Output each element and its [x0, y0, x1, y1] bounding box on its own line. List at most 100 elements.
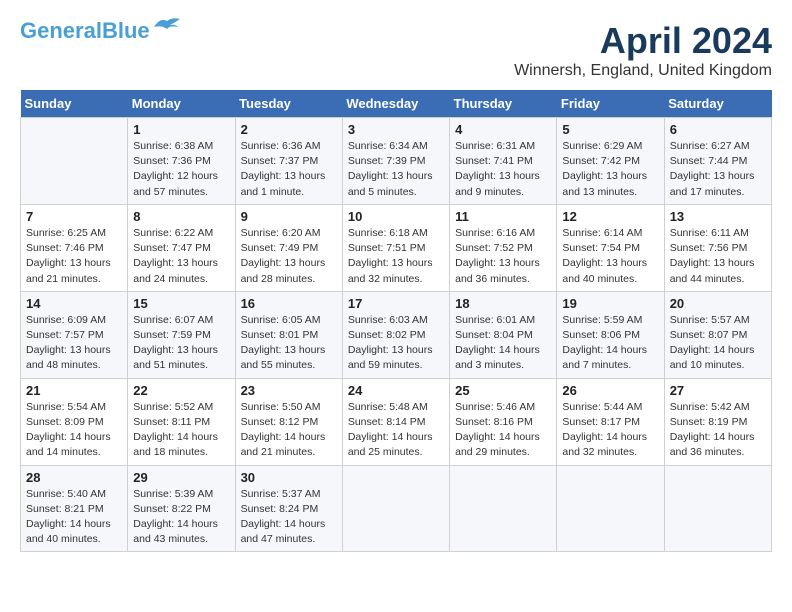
calendar-cell: 3 Sunrise: 6:34 AM Sunset: 7:39 PM Daylig…: [342, 118, 449, 205]
cell-info: Sunrise: 6:03 AM Sunset: 8:02 PM Dayligh…: [348, 313, 444, 374]
day-number: 11: [455, 209, 551, 224]
calendar-cell: 22 Sunrise: 5:52 AM Sunset: 8:11 PM Dayli…: [128, 378, 235, 465]
calendar-cell: 2 Sunrise: 6:36 AM Sunset: 7:37 PM Daylig…: [235, 118, 342, 205]
calendar-cell: 27Sunrise: 5:42 AM Sunset: 8:19 PM Dayli…: [664, 378, 771, 465]
calendar-cell: 13 Sunrise: 6:11 AM Sunset: 7:56 PM Dayli…: [664, 204, 771, 291]
day-number: 20: [670, 296, 766, 311]
calendar-cell: 15 Sunrise: 6:07 AM Sunset: 7:59 PM Dayli…: [128, 291, 235, 378]
day-number: 9: [241, 209, 337, 224]
calendar-cell: 30Sunrise: 5:37 AM Sunset: 8:24 PM Dayli…: [235, 465, 342, 552]
calendar-week-row: 7 Sunrise: 6:25 AM Sunset: 7:46 PM Daylig…: [21, 204, 772, 291]
day-number: 16: [241, 296, 337, 311]
day-number: 19: [562, 296, 658, 311]
day-number: 10: [348, 209, 444, 224]
cell-info: Sunrise: 6:31 AM Sunset: 7:41 PM Dayligh…: [455, 139, 551, 200]
calendar-cell: [450, 465, 557, 552]
cell-info: Sunrise: 6:20 AM Sunset: 7:49 PM Dayligh…: [241, 226, 337, 287]
cell-info: Sunrise: 6:11 AM Sunset: 7:56 PM Dayligh…: [670, 226, 766, 287]
weekday-header-friday: Friday: [557, 90, 664, 118]
calendar-cell: [21, 118, 128, 205]
cell-info: Sunrise: 5:44 AM Sunset: 8:17 PM Dayligh…: [562, 400, 658, 461]
day-number: 3: [348, 122, 444, 137]
weekday-header-saturday: Saturday: [664, 90, 771, 118]
day-number: 29: [133, 470, 229, 485]
calendar-week-row: 21 Sunrise: 5:54 AM Sunset: 8:09 PM Dayli…: [21, 378, 772, 465]
calendar-cell: 8Sunrise: 6:22 AM Sunset: 7:47 PM Daylig…: [128, 204, 235, 291]
calendar-cell: 14Sunrise: 6:09 AM Sunset: 7:57 PM Dayli…: [21, 291, 128, 378]
cell-info: Sunrise: 6:01 AM Sunset: 8:04 PM Dayligh…: [455, 313, 551, 374]
calendar-cell: 10 Sunrise: 6:18 AM Sunset: 7:51 PM Dayli…: [342, 204, 449, 291]
calendar-cell: 11 Sunrise: 6:16 AM Sunset: 7:52 PM Dayli…: [450, 204, 557, 291]
day-number: 12: [562, 209, 658, 224]
calendar-cell: 24 Sunrise: 5:48 AM Sunset: 8:14 PM Dayli…: [342, 378, 449, 465]
cell-info: Sunrise: 6:38 AM Sunset: 7:36 PM Dayligh…: [133, 139, 229, 200]
cell-info: Sunrise: 5:48 AM Sunset: 8:14 PM Dayligh…: [348, 400, 444, 461]
calendar-cell: 21 Sunrise: 5:54 AM Sunset: 8:09 PM Dayli…: [21, 378, 128, 465]
day-number: 26: [562, 383, 658, 398]
location-title: Winnersh, England, United Kingdom: [514, 62, 772, 80]
day-number: 30: [241, 470, 337, 485]
cell-info: Sunrise: 5:54 AM Sunset: 8:09 PM Dayligh…: [26, 400, 122, 461]
calendar-cell: 12 Sunrise: 6:14 AM Sunset: 7:54 PM Dayli…: [557, 204, 664, 291]
calendar-week-row: 14Sunrise: 6:09 AM Sunset: 7:57 PM Dayli…: [21, 291, 772, 378]
day-number: 4: [455, 122, 551, 137]
day-number: 14: [26, 296, 122, 311]
cell-info: Sunrise: 6:14 AM Sunset: 7:54 PM Dayligh…: [562, 226, 658, 287]
title-area: April 2024 Winnersh, England, United Kin…: [514, 20, 772, 80]
day-number: 17: [348, 296, 444, 311]
cell-info: Sunrise: 6:29 AM Sunset: 7:42 PM Dayligh…: [562, 139, 658, 200]
logo: GeneralBlue: [20, 20, 182, 42]
weekday-header-monday: Monday: [128, 90, 235, 118]
day-number: 21: [26, 383, 122, 398]
month-title: April 2024: [514, 20, 772, 62]
calendar-cell: 6 Sunrise: 6:27 AM Sunset: 7:44 PM Daylig…: [664, 118, 771, 205]
cell-info: Sunrise: 6:27 AM Sunset: 7:44 PM Dayligh…: [670, 139, 766, 200]
calendar-table: SundayMondayTuesdayWednesdayThursdayFrid…: [20, 90, 772, 552]
day-number: 15: [133, 296, 229, 311]
calendar-week-row: 1Sunrise: 6:38 AM Sunset: 7:36 PM Daylig…: [21, 118, 772, 205]
cell-info: Sunrise: 6:25 AM Sunset: 7:46 PM Dayligh…: [26, 226, 122, 287]
cell-info: Sunrise: 6:07 AM Sunset: 7:59 PM Dayligh…: [133, 313, 229, 374]
day-number: 22: [133, 383, 229, 398]
calendar-cell: 7 Sunrise: 6:25 AM Sunset: 7:46 PM Daylig…: [21, 204, 128, 291]
calendar-cell: 23Sunrise: 5:50 AM Sunset: 8:12 PM Dayli…: [235, 378, 342, 465]
calendar-cell: 25Sunrise: 5:46 AM Sunset: 8:16 PM Dayli…: [450, 378, 557, 465]
calendar-cell: [664, 465, 771, 552]
cell-info: Sunrise: 5:57 AM Sunset: 8:07 PM Dayligh…: [670, 313, 766, 374]
calendar-cell: 18 Sunrise: 6:01 AM Sunset: 8:04 PM Dayli…: [450, 291, 557, 378]
cell-info: Sunrise: 5:39 AM Sunset: 8:22 PM Dayligh…: [133, 487, 229, 548]
calendar-cell: 20 Sunrise: 5:57 AM Sunset: 8:07 PM Dayli…: [664, 291, 771, 378]
day-number: 28: [26, 470, 122, 485]
calendar-cell: 28Sunrise: 5:40 AM Sunset: 8:21 PM Dayli…: [21, 465, 128, 552]
cell-info: Sunrise: 6:05 AM Sunset: 8:01 PM Dayligh…: [241, 313, 337, 374]
day-number: 24: [348, 383, 444, 398]
day-number: 7: [26, 209, 122, 224]
weekday-header-thursday: Thursday: [450, 90, 557, 118]
cell-info: Sunrise: 5:52 AM Sunset: 8:11 PM Dayligh…: [133, 400, 229, 461]
cell-info: Sunrise: 5:50 AM Sunset: 8:12 PM Dayligh…: [241, 400, 337, 461]
cell-info: Sunrise: 6:34 AM Sunset: 7:39 PM Dayligh…: [348, 139, 444, 200]
cell-info: Sunrise: 5:46 AM Sunset: 8:16 PM Dayligh…: [455, 400, 551, 461]
logo-bird-icon: [152, 15, 182, 37]
cell-info: Sunrise: 6:18 AM Sunset: 7:51 PM Dayligh…: [348, 226, 444, 287]
header: GeneralBlue April 2024 Winnersh, England…: [20, 20, 772, 80]
weekday-header-tuesday: Tuesday: [235, 90, 342, 118]
cell-info: Sunrise: 5:59 AM Sunset: 8:06 PM Dayligh…: [562, 313, 658, 374]
cell-info: Sunrise: 6:22 AM Sunset: 7:47 PM Dayligh…: [133, 226, 229, 287]
calendar-cell: 26 Sunrise: 5:44 AM Sunset: 8:17 PM Dayli…: [557, 378, 664, 465]
day-number: 5: [562, 122, 658, 137]
calendar-cell: 5 Sunrise: 6:29 AM Sunset: 7:42 PM Daylig…: [557, 118, 664, 205]
calendar-cell: 19 Sunrise: 5:59 AM Sunset: 8:06 PM Dayli…: [557, 291, 664, 378]
weekday-header-sunday: Sunday: [21, 90, 128, 118]
weekday-header-wednesday: Wednesday: [342, 90, 449, 118]
day-number: 18: [455, 296, 551, 311]
calendar-cell: [557, 465, 664, 552]
calendar-cell: 9 Sunrise: 6:20 AM Sunset: 7:49 PM Daylig…: [235, 204, 342, 291]
day-number: 2: [241, 122, 337, 137]
day-number: 13: [670, 209, 766, 224]
calendar-cell: 16 Sunrise: 6:05 AM Sunset: 8:01 PM Dayli…: [235, 291, 342, 378]
day-number: 6: [670, 122, 766, 137]
cell-info: Sunrise: 6:36 AM Sunset: 7:37 PM Dayligh…: [241, 139, 337, 200]
cell-info: Sunrise: 6:16 AM Sunset: 7:52 PM Dayligh…: [455, 226, 551, 287]
calendar-week-row: 28Sunrise: 5:40 AM Sunset: 8:21 PM Dayli…: [21, 465, 772, 552]
